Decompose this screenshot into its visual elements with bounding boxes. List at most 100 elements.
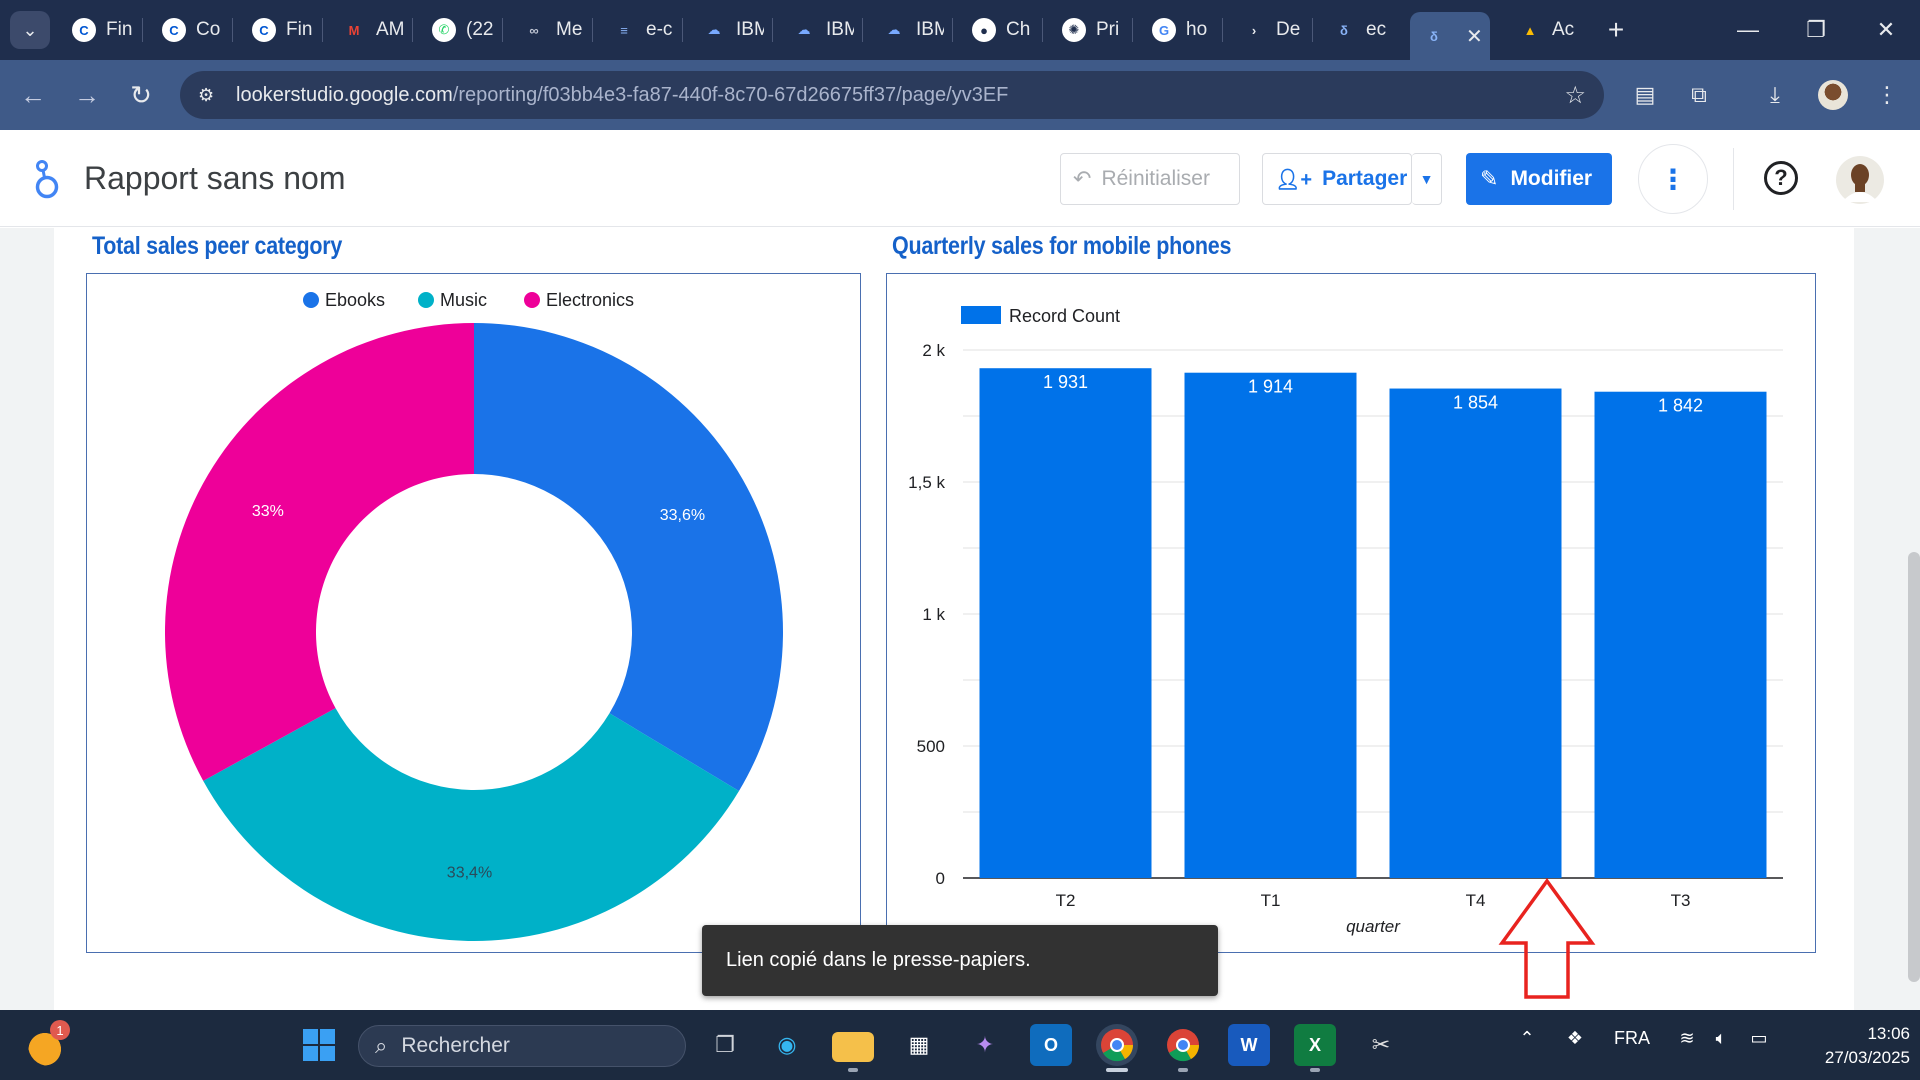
wifi-icon[interactable]: ≋ [1672,1028,1702,1049]
legend-label-record-count: Record Count [1009,306,1120,326]
browser-tab[interactable]: C Co [150,12,224,48]
donut-slice-electronics[interactable] [164,323,474,781]
browser-tab[interactable]: ▲ Ac [1506,12,1580,48]
help-icon[interactable]: ? [1764,161,1798,195]
bar-t2[interactable] [979,368,1152,878]
taskbar-search-box[interactable]: ⌕ Rechercher [358,1025,686,1067]
y-tick-label: 2 k [922,341,945,360]
address-bar[interactable]: ⚙ lookerstudio.google.com/reporting/f03b… [180,71,1604,119]
tab-label: Pri [1096,19,1120,40]
back-icon[interactable]: ← [14,76,52,114]
downloads-icon[interactable]: ⤓ [1758,78,1792,112]
vertical-scrollbar[interactable] [1908,552,1920,982]
task-view-icon[interactable]: ❐ [704,1024,746,1066]
browser-tab[interactable]: Gho [1140,12,1214,48]
search-placeholder: Rechercher [401,1034,510,1057]
report-title[interactable]: Rapport sans nom [84,160,345,197]
profile-avatar-icon[interactable] [1818,80,1848,110]
bar-t4[interactable] [1389,388,1562,878]
tab-separator [862,18,863,42]
x-tick-label: T3 [1671,891,1691,910]
bar-t3[interactable] [1594,391,1767,878]
browser-tab[interactable]: C Fin [60,12,134,48]
bar-t1[interactable] [1184,372,1357,878]
browser-tab[interactable]: ✺ Pri [1050,12,1124,48]
browser-tab[interactable]: C Fin [240,12,314,48]
browser-tab[interactable]: ● Ch [960,12,1034,48]
share-label: Partager [1322,167,1408,190]
snipping-tool-icon[interactable]: ✂ [1360,1024,1402,1066]
copilot-icon[interactable]: ✦ [964,1024,1006,1066]
chrome-icon[interactable] [1096,1024,1138,1066]
donut-chart[interactable]: Ebooks Music Electronics 33,6% 33,4% 33% [87,274,862,954]
looker-studio-logo-icon[interactable] [30,160,64,200]
running-indicator-3 [1310,1068,1320,1072]
donut-chart-container[interactable]: Ebooks Music Electronics 33,6% 33,4% 33% [86,273,861,953]
pencil-icon: ✎ [1480,166,1499,191]
bar-value-label: 1 842 [1658,396,1703,416]
bar-chart-container[interactable]: 0 500 1 k 1,5 k 2 k Record Count 1 931 T2 1 91… [886,273,1816,953]
file-explorer-icon[interactable] [832,1032,874,1062]
looker-icon: δ [1340,22,1348,38]
tab-search-chevron-icon[interactable]: ⌄ [10,11,50,49]
browser-tab[interactable]: δ ec [1320,12,1394,48]
reload-icon[interactable]: ↻ [122,76,160,114]
browser-tab[interactable]: ☁ IBM [870,12,945,48]
browser-tab[interactable]: ∞ Me [510,12,584,48]
chrome-profile-icon[interactable] [1162,1024,1204,1066]
share-dropdown-chevron-icon[interactable]: ▼ [1412,153,1442,205]
toast-message: Lien copié dans le presse-papiers. [726,949,1031,971]
bookmark-star-icon[interactable]: ☆ [1564,81,1586,110]
edge-browser-icon[interactable]: ◉ [766,1024,808,1066]
running-indicator-2 [1178,1068,1188,1072]
legend-label-music: Music [440,290,487,310]
reading-list-icon[interactable]: ▤ [1628,78,1662,112]
tray-overflow-chevron-icon[interactable]: ⌃ [1512,1028,1542,1049]
outlook-icon[interactable]: O [1030,1024,1072,1066]
tab-separator [232,18,233,42]
microsoft-store-icon[interactable]: ▦ [898,1024,940,1066]
browser-tab[interactable]: ☁ IBM [690,12,765,48]
donut-slice-ebooks[interactable] [474,323,783,791]
tab-label: IBM [916,19,944,40]
restore-icon[interactable]: ❐ [1796,12,1836,48]
close-window-icon[interactable]: ✕ [1866,12,1906,48]
language-indicator[interactable]: FRA [1612,1028,1652,1049]
forward-icon[interactable]: → [68,76,106,114]
share-button[interactable]: 👤︎+ Partager [1262,153,1412,205]
browser-tab[interactable]: M AM [330,12,404,48]
user-avatar[interactable] [1836,156,1884,204]
browser-tab[interactable]: δ ✕ [1410,12,1490,60]
y-tick-label: 0 [936,869,945,888]
browser-tab[interactable]: ✆ (22 [420,12,494,48]
site-settings-icon[interactable]: ⚙ [198,85,228,106]
close-tab-icon[interactable]: ✕ [1466,24,1483,49]
header-divider [1733,148,1734,210]
word-icon[interactable]: W [1228,1024,1270,1066]
browser-tab[interactable]: ☁ IBM [780,12,855,48]
play-icon: › [1251,22,1257,38]
new-tab-button[interactable]: + [1598,12,1634,48]
edit-button[interactable]: ✎ Modifier [1466,153,1612,205]
more-options-icon[interactable]: ⋮ [1638,144,1708,214]
dropbox-icon[interactable]: ❖ [1560,1028,1590,1049]
browser-menu-icon[interactable]: ⋮ [1870,78,1904,112]
battery-icon[interactable]: ▭ [1744,1028,1774,1049]
system-clock[interactable]: 13:06 27/03/2025 [1790,1022,1910,1070]
tab-label: Fin [106,19,133,40]
snackbar-toast: Lien copié dans le presse-papiers. [702,925,1218,996]
volume-icon[interactable]: 🔈︎ [1706,1028,1736,1049]
windows-start-icon[interactable] [298,1024,340,1066]
search-icon: ⌕ [375,1033,388,1058]
minimize-icon[interactable]: — [1728,12,1768,48]
bar-chart[interactable]: 0 500 1 k 1,5 k 2 k Record Count 1 931 T2 1 91… [887,274,1817,954]
browser-tab[interactable]: ≡ e-c [600,12,674,48]
tab-label: ec [1366,19,1387,40]
excel-icon[interactable]: X [1294,1024,1336,1066]
reset-button[interactable]: ↶ Réinitialiser [1060,153,1240,205]
tab-label: ho [1186,19,1208,40]
browser-tab[interactable]: › De [1230,12,1304,48]
donut-slice-label: 33,4% [447,864,492,881]
donut-slice-music[interactable] [203,708,739,941]
extensions-icon[interactable]: ⧉ [1682,78,1716,112]
